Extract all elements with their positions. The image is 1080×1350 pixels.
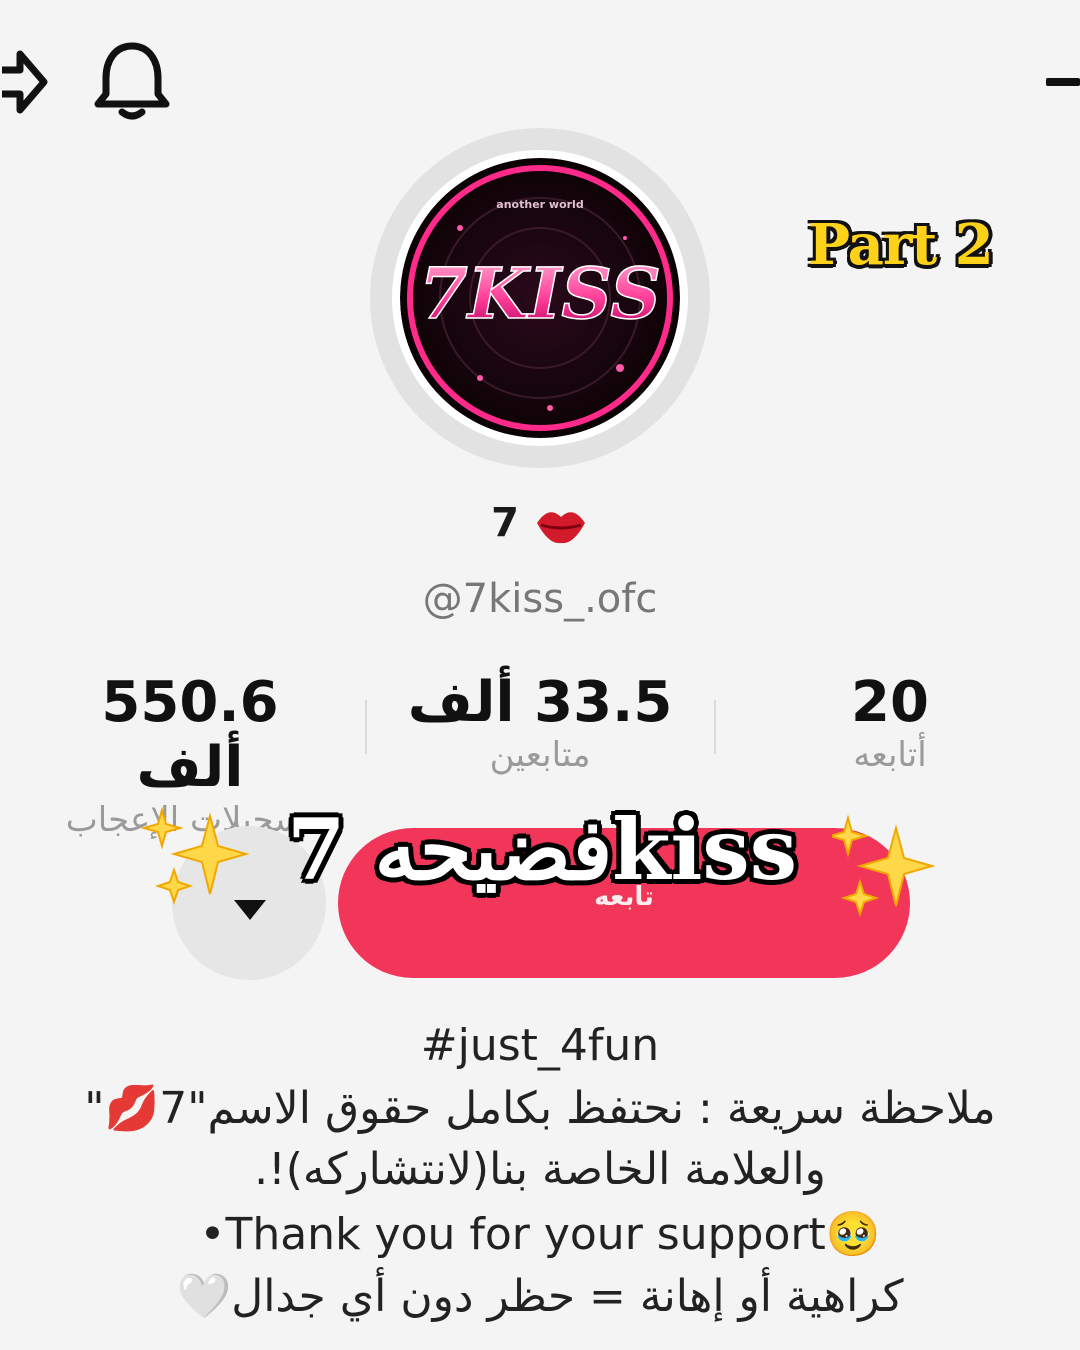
username: @7kiss_.ofc	[422, 576, 658, 622]
menu-icon[interactable]	[1046, 78, 1080, 86]
display-name-text: 7	[491, 500, 519, 546]
part-label: Part 2	[808, 212, 994, 278]
stat-divider	[714, 700, 716, 754]
followers-label: متابعين	[489, 735, 591, 775]
avatar-logo-image: another world 7KISS	[400, 158, 680, 438]
followers-count: 33.5 ألف	[407, 670, 673, 735]
sparkles-icon	[140, 806, 250, 906]
following-count: 20	[851, 670, 929, 735]
bell-icon[interactable]	[92, 40, 172, 122]
overlay-title: فضيحه 7kiss	[286, 800, 797, 899]
share-icon[interactable]	[0, 42, 50, 122]
display-name: 7	[0, 500, 1080, 547]
following-label: أتابعه	[853, 735, 927, 775]
bio-line: والعلامة الخاصة بنا(لانتشاركه)!.	[254, 1144, 826, 1195]
bio-line: كراهية أو إهانة = حظر دون أي جدال🤍	[176, 1271, 904, 1322]
lips-icon	[536, 512, 585, 544]
likes-count: 550.6 ألف	[101, 670, 279, 800]
svg-text:another world: another world	[496, 198, 583, 211]
stat-divider	[365, 700, 367, 754]
svg-text:7KISS: 7KISS	[419, 252, 661, 335]
stat-following[interactable]: 20 أتابعه	[740, 670, 1040, 775]
bio-line: ملاحظة سريعة : نحتفظ بكامل حقوق الاسم"7💋…	[84, 1083, 996, 1134]
bio-line: •Thank you for your support🥹	[199, 1209, 881, 1260]
stat-followers[interactable]: 33.5 ألف متابعين	[390, 670, 690, 775]
avatar[interactable]: another world 7KISS	[400, 158, 680, 438]
sparkles-icon	[832, 814, 936, 918]
bio-hashtag[interactable]: #just_4fun	[0, 1020, 1080, 1071]
